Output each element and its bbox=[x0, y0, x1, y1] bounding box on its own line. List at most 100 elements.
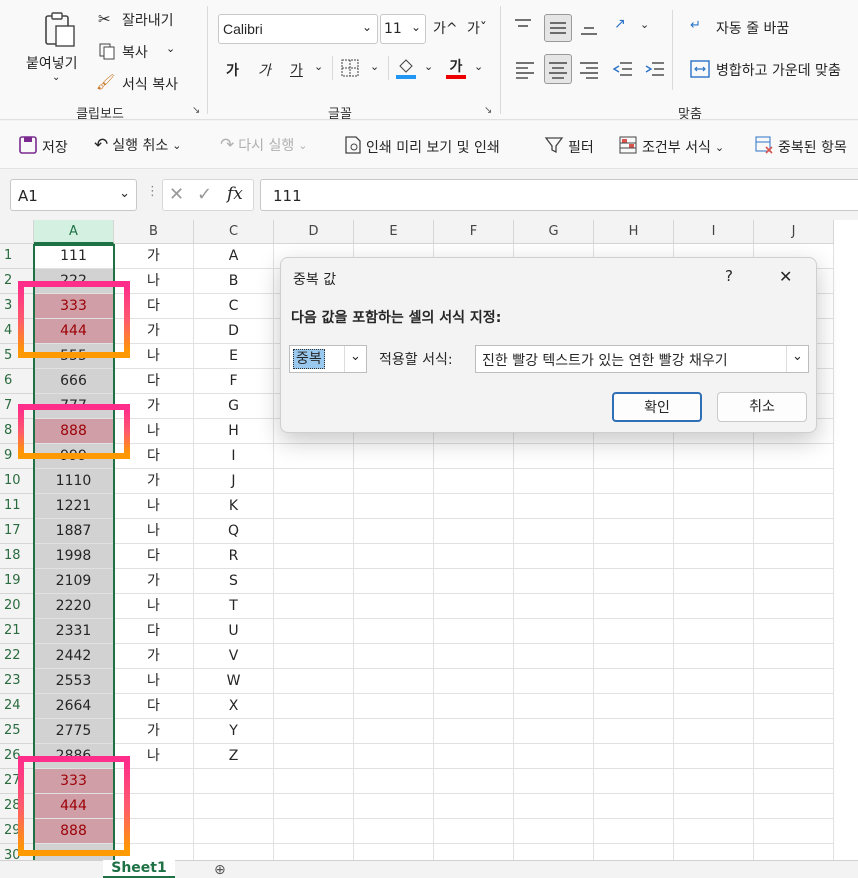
cell-empty[interactable] bbox=[754, 669, 834, 694]
format-painter-button[interactable]: 서식 복사 bbox=[122, 74, 178, 94]
copy-button[interactable]: 복사 bbox=[122, 42, 148, 62]
cell-empty[interactable] bbox=[594, 444, 674, 469]
align-left-icon[interactable] bbox=[514, 58, 536, 84]
cell-c[interactable]: F bbox=[194, 369, 274, 394]
cell-c[interactable]: Z bbox=[194, 744, 274, 769]
cell-empty[interactable] bbox=[674, 644, 754, 669]
merge-center-button[interactable]: 병합하고 가운데 맞춤 bbox=[716, 60, 841, 80]
cell-c[interactable]: V bbox=[194, 644, 274, 669]
cell-empty[interactable] bbox=[514, 694, 594, 719]
close-icon[interactable]: ✕ bbox=[779, 267, 792, 286]
cell-empty[interactable] bbox=[674, 669, 754, 694]
insert-function-icon[interactable]: fx bbox=[227, 184, 243, 204]
cell-empty[interactable] bbox=[434, 644, 514, 669]
dialog-launcher-icon[interactable]: ↘ bbox=[192, 105, 200, 116]
cell-a[interactable]: 666 bbox=[34, 369, 114, 394]
cell-c[interactable] bbox=[194, 794, 274, 819]
align-bottom-icon[interactable] bbox=[578, 16, 600, 42]
cell-a[interactable]: 2109 bbox=[34, 569, 114, 594]
orientation-icon[interactable]: ↗ bbox=[614, 16, 626, 32]
cell-c[interactable]: Y bbox=[194, 719, 274, 744]
cell-empty[interactable] bbox=[354, 694, 434, 719]
cell-empty[interactable] bbox=[754, 544, 834, 569]
cell-c[interactable]: B bbox=[194, 269, 274, 294]
cell-empty[interactable] bbox=[514, 544, 594, 569]
cell-empty[interactable] bbox=[514, 744, 594, 769]
cell-empty[interactable] bbox=[594, 519, 674, 544]
cell-empty[interactable] bbox=[754, 569, 834, 594]
row-header[interactable]: 6 bbox=[0, 369, 34, 394]
row-header[interactable]: 22 bbox=[0, 644, 34, 669]
cell-empty[interactable] bbox=[354, 594, 434, 619]
cell-empty[interactable] bbox=[274, 594, 354, 619]
cell-empty[interactable] bbox=[354, 519, 434, 544]
cell-empty[interactable] bbox=[354, 819, 434, 844]
cell-a[interactable]: 1221 bbox=[34, 494, 114, 519]
cell-empty[interactable] bbox=[754, 794, 834, 819]
chevron-down-icon[interactable]: ⌄ bbox=[314, 60, 323, 73]
cell-c[interactable]: I bbox=[194, 444, 274, 469]
grow-font-button[interactable]: 가^ bbox=[433, 18, 458, 38]
chevron-down-icon[interactable]: ⌄ bbox=[424, 60, 433, 73]
duplicate-type-select[interactable]: 중복 ⌄ bbox=[289, 345, 367, 373]
name-box[interactable]: A1 ⌄ bbox=[10, 179, 137, 211]
cell-c[interactable]: H bbox=[194, 419, 274, 444]
cell-empty[interactable] bbox=[514, 469, 594, 494]
column-header[interactable]: C bbox=[194, 220, 274, 244]
cell-empty[interactable] bbox=[514, 494, 594, 519]
paste-dropdown-icon[interactable]: ⌄ bbox=[52, 72, 60, 83]
row-header[interactable]: 23 bbox=[0, 669, 34, 694]
row-header[interactable]: 19 bbox=[0, 569, 34, 594]
cell-empty[interactable] bbox=[594, 544, 674, 569]
column-header[interactable]: G bbox=[514, 220, 594, 244]
print-preview-button[interactable]: 인쇄 미리 보기 및 인쇄 bbox=[344, 135, 500, 159]
cell-empty[interactable] bbox=[434, 569, 514, 594]
cell-empty[interactable] bbox=[754, 769, 834, 794]
shrink-font-button[interactable]: 가ˇ bbox=[467, 18, 487, 38]
chevron-down-icon[interactable]: ⌄ bbox=[640, 18, 649, 31]
dialog-launcher-icon[interactable]: ↘ bbox=[484, 105, 492, 116]
paste-button[interactable]: 붙여넣기 bbox=[26, 53, 78, 73]
cell-empty[interactable] bbox=[514, 669, 594, 694]
cell-a[interactable]: 2331 bbox=[34, 619, 114, 644]
font-size-select[interactable]: 11 ⌄ bbox=[380, 14, 426, 44]
cell-empty[interactable] bbox=[354, 669, 434, 694]
cell-empty[interactable] bbox=[274, 694, 354, 719]
cell-empty[interactable] bbox=[274, 669, 354, 694]
cell-c[interactable]: W bbox=[194, 669, 274, 694]
cell-empty[interactable] bbox=[594, 469, 674, 494]
cell-empty[interactable] bbox=[754, 444, 834, 469]
cell-empty[interactable] bbox=[594, 494, 674, 519]
font-color-button[interactable]: 가 bbox=[446, 56, 466, 80]
cell-c[interactable]: Q bbox=[194, 519, 274, 544]
cell-b[interactable]: 가 bbox=[114, 244, 194, 269]
cell-b[interactable]: 나 bbox=[114, 494, 194, 519]
column-header[interactable]: F bbox=[434, 220, 514, 244]
cell-empty[interactable] bbox=[434, 669, 514, 694]
redo-button[interactable]: ↷ 다시 실행 ⌄ bbox=[220, 135, 307, 155]
cell-empty[interactable] bbox=[754, 519, 834, 544]
cell-a[interactable]: 2775 bbox=[34, 719, 114, 744]
cell-a[interactable]: 1887 bbox=[34, 519, 114, 544]
row-header[interactable]: 20 bbox=[0, 594, 34, 619]
align-right-icon[interactable] bbox=[578, 58, 600, 84]
cell-empty[interactable] bbox=[274, 494, 354, 519]
align-top-icon[interactable] bbox=[512, 16, 534, 40]
cell-empty[interactable] bbox=[354, 569, 434, 594]
cell-b[interactable]: 가 bbox=[114, 719, 194, 744]
cell-b[interactable]: 나 bbox=[114, 669, 194, 694]
cell-empty[interactable] bbox=[594, 569, 674, 594]
column-header[interactable]: D bbox=[274, 220, 354, 244]
cell-empty[interactable] bbox=[274, 744, 354, 769]
cell-empty[interactable] bbox=[354, 644, 434, 669]
add-sheet-icon[interactable]: ⊕ bbox=[214, 862, 226, 878]
cell-empty[interactable] bbox=[434, 594, 514, 619]
cell-empty[interactable] bbox=[514, 644, 594, 669]
cell-empty[interactable] bbox=[594, 619, 674, 644]
row-header[interactable]: 21 bbox=[0, 619, 34, 644]
help-button[interactable]: ? bbox=[725, 267, 733, 285]
row-header[interactable]: 17 bbox=[0, 519, 34, 544]
cell-empty[interactable] bbox=[594, 794, 674, 819]
wrap-text-button[interactable]: 자동 줄 바꿈 bbox=[716, 18, 789, 38]
align-center-icon[interactable] bbox=[544, 54, 572, 84]
